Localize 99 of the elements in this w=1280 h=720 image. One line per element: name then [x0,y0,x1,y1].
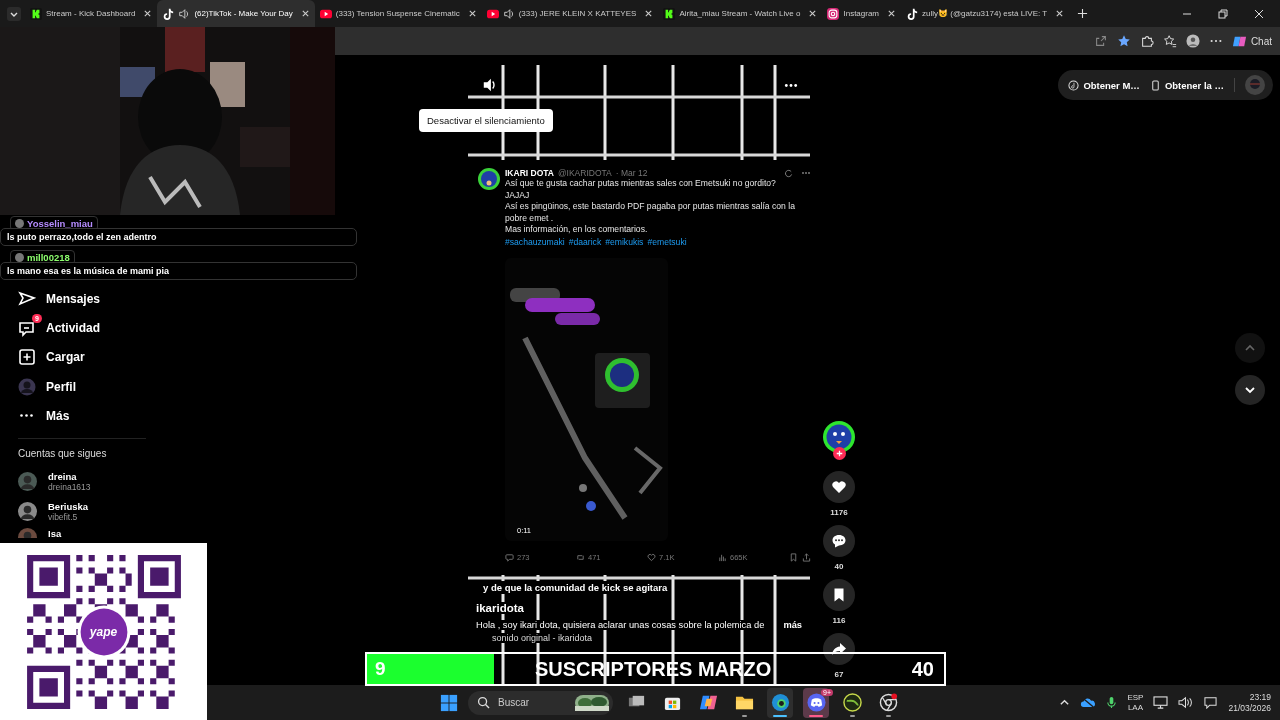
profile-avatar-icon[interactable] [1185,34,1200,48]
play-logo-icon [486,7,499,20]
action-count: 67 [834,670,844,679]
sidebar-item[interactable]: Perfil [18,371,335,402]
windows-start-icon[interactable] [440,693,458,712]
close-icon[interactable] [887,9,897,18]
close-icon[interactable] [644,9,654,18]
browser-tab[interactable]: Instagram [822,0,902,27]
edge-icon [770,693,790,712]
section-title: Cuentas que sigues [18,448,108,460]
search-icon [477,696,490,709]
next-video-button[interactable] [1235,375,1265,405]
avatar [15,219,24,228]
chat-button[interactable]: Chat [1231,33,1272,49]
get-app-button[interactable]: Obtener M… [1068,79,1140,91]
chevron-up-icon[interactable] [1059,697,1071,708]
tab-title: zully😺 (@gatzu3174) está LIVE: T [922,9,1048,18]
avatar [18,472,37,491]
heart-icon [831,479,847,495]
action-count: 1176 [830,508,848,517]
copilot-icon [698,693,718,712]
sidebar-item[interactable]: Mensajes [18,284,335,314]
bookmark-button[interactable] [823,579,855,611]
share-button[interactable] [823,633,855,665]
avatar [18,502,37,521]
kick-logo-icon [30,7,42,20]
close-icon[interactable] [1254,8,1264,19]
action-count: 116 [832,616,846,625]
get-app-button[interactable]: Obtener la … [1149,79,1224,91]
coin-icon [1068,79,1080,91]
restore-icon[interactable] [1218,8,1228,19]
browser-tab[interactable]: (62)TikTok - Make Your Day [157,0,315,27]
goal-current: 9 [374,658,387,680]
speaker-icon[interactable] [178,7,191,20]
kick-logo-icon [663,7,676,20]
browser-tab[interactable]: (333) Tension Suspense Cinematic [314,0,482,27]
cloud-icon[interactable] [1080,697,1097,708]
ellipsis-icon [20,414,33,418]
browser-tab[interactable]: zully😺 (@gatzu3174) está LIVE: T [901,0,1070,27]
bookmark-icon [831,587,847,603]
tab-menu-icon[interactable] [6,5,22,22]
tab-title: Stream - Kick Dashboard [46,9,136,18]
speech-bubble-icon [831,533,847,549]
browser-tab[interactable]: (333) JERE KLEIN X KATTEYES [481,0,659,27]
chat-bubble-icon[interactable] [1203,696,1219,709]
monitor-icon[interactable] [1153,696,1169,709]
account-name: dreina [48,471,78,482]
creator-avatar[interactable] [823,421,855,453]
tab-title: (333) Tension Suspense Cinematic [335,9,460,18]
account-handle: vibefit.5 [48,512,79,522]
close-icon[interactable] [1055,9,1065,18]
yape-logo: yape [89,624,118,639]
chat-message: ls puto perrazo,todo el zen adentro [0,228,357,246]
browser-tab[interactable]: Airita_miau Stream - Watch Live o [658,0,823,27]
camera-logo-icon [827,7,840,20]
clock[interactable]: 23:19 21/03/2026 [1228,691,1271,714]
close-icon[interactable] [143,9,153,18]
account-name: Isa [48,528,62,539]
account-handle: dreina1613 [48,482,91,492]
close-icon[interactable] [808,9,818,18]
new-tab-icon[interactable] [1077,8,1089,19]
phone-icon [1149,79,1161,91]
tab-title: (333) JERE KLEIN X KATTEYES [518,9,637,18]
tab-title: Instagram [843,9,880,18]
favorites-icon[interactable] [1162,34,1177,48]
chat-message: ls mano esa es la música de mami pia [0,262,357,280]
avatar [15,253,24,262]
game-controller-icon [806,693,826,712]
comment-button[interactable] [823,525,855,557]
browser-tab[interactable]: Stream - Kick Dashboard [25,0,158,27]
taskbar-app[interactable] [767,687,793,718]
search-field[interactable]: Buscar [468,690,613,715]
followed-account[interactable]: Beriuska vibefit.5 [18,496,335,527]
browser-icon [878,693,898,712]
account-name: Beriuska [48,501,89,512]
followed-account[interactable]: dreina dreina1613 [18,466,335,497]
music-note-icon [906,7,919,20]
follow-plus-icon[interactable] [833,447,846,460]
play-logo-icon [319,7,332,20]
speaker-icon[interactable] [502,7,515,20]
plus-square-icon [18,348,36,367]
speaker-icon[interactable] [1178,696,1194,709]
puzzle-icon[interactable] [1139,34,1154,48]
goal-target: 40 [911,657,935,681]
sidebar-item[interactable]: Cargar [18,342,335,372]
action-count: 40 [834,562,844,571]
sidebar-item[interactable]: Más [18,401,335,431]
close-icon[interactable] [467,9,477,18]
microphone-icon[interactable] [1106,696,1118,709]
tab-title: (62)TikTok - Make Your Day [194,9,293,18]
close-icon[interactable] [300,9,310,18]
tab-title: Airita_miau Stream - Watch Live o [679,9,801,18]
paper-plane-icon [18,289,36,308]
profile-avatar-icon [18,377,36,396]
music-note-icon [162,7,175,20]
keyboard-language[interactable]: ESP LAA [1127,692,1144,713]
star-icon[interactable] [1116,34,1131,48]
like-button[interactable] [823,471,855,503]
open-in-app-icon[interactable] [1093,34,1108,48]
